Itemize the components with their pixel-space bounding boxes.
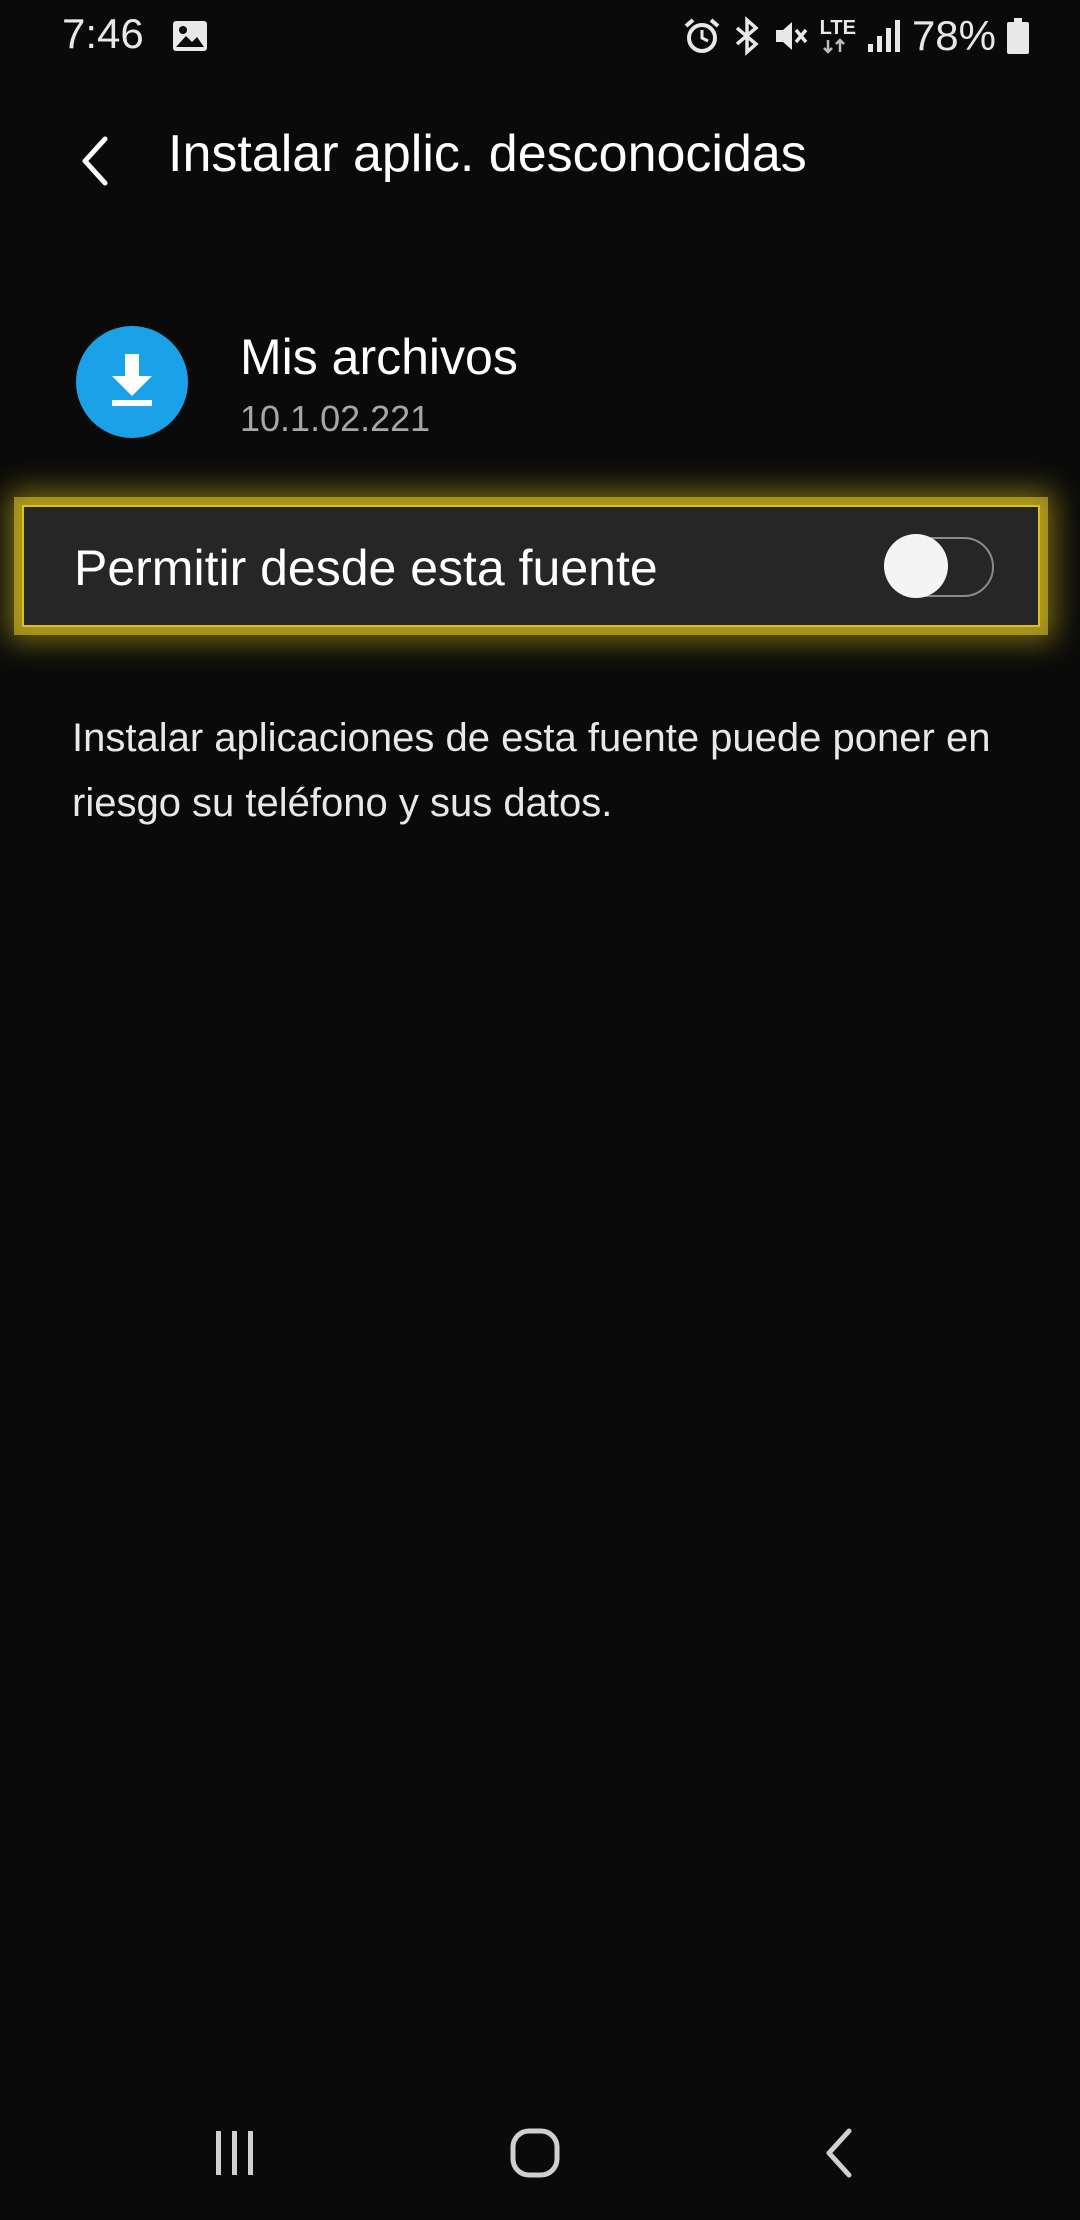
toggle-thumb — [884, 534, 948, 598]
download-icon — [104, 350, 160, 415]
signal-icon — [866, 16, 902, 56]
bluetooth-icon — [732, 16, 762, 56]
app-name: Mis archivos — [240, 329, 518, 385]
warning-text: Instalar aplicaciones de esta fuente pue… — [72, 716, 991, 825]
mute-icon — [772, 16, 810, 56]
status-bar: 7:46 LTE 78% — [0, 0, 1080, 72]
home-icon — [509, 2127, 561, 2184]
nav-bar — [0, 2080, 1080, 2220]
app-icon — [76, 326, 188, 438]
status-time: 7:46 — [62, 10, 144, 57]
battery-icon — [1006, 16, 1030, 56]
back-arrow-icon — [75, 133, 115, 194]
recents-icon — [210, 2128, 260, 2183]
back-button[interactable] — [60, 128, 130, 198]
allow-from-source-toggle[interactable] — [884, 534, 994, 598]
home-button[interactable] — [500, 2120, 570, 2190]
alarm-icon — [682, 16, 722, 56]
app-bar: Instalar aplic. desconocidas — [0, 110, 1080, 210]
recents-button[interactable] — [200, 2120, 270, 2190]
status-icons: LTE 78% — [682, 10, 1030, 62]
app-info: Mis archivos 10.1.02.221 — [0, 318, 1080, 448]
gallery-icon — [172, 20, 208, 52]
lte-label: LTE — [819, 17, 856, 39]
nav-back-button[interactable] — [804, 2120, 874, 2190]
app-version: 10.1.02.221 — [240, 398, 431, 439]
page-title: Instalar aplic. desconocidas — [168, 125, 807, 183]
allow-from-source-label: Permitir desde esta fuente — [74, 540, 658, 596]
lte-icon: LTE — [820, 18, 856, 54]
allow-from-source-row[interactable]: Permitir desde esta fuente — [22, 505, 1040, 627]
battery-percent: 78% — [911, 12, 996, 59]
back-icon — [821, 2127, 857, 2184]
